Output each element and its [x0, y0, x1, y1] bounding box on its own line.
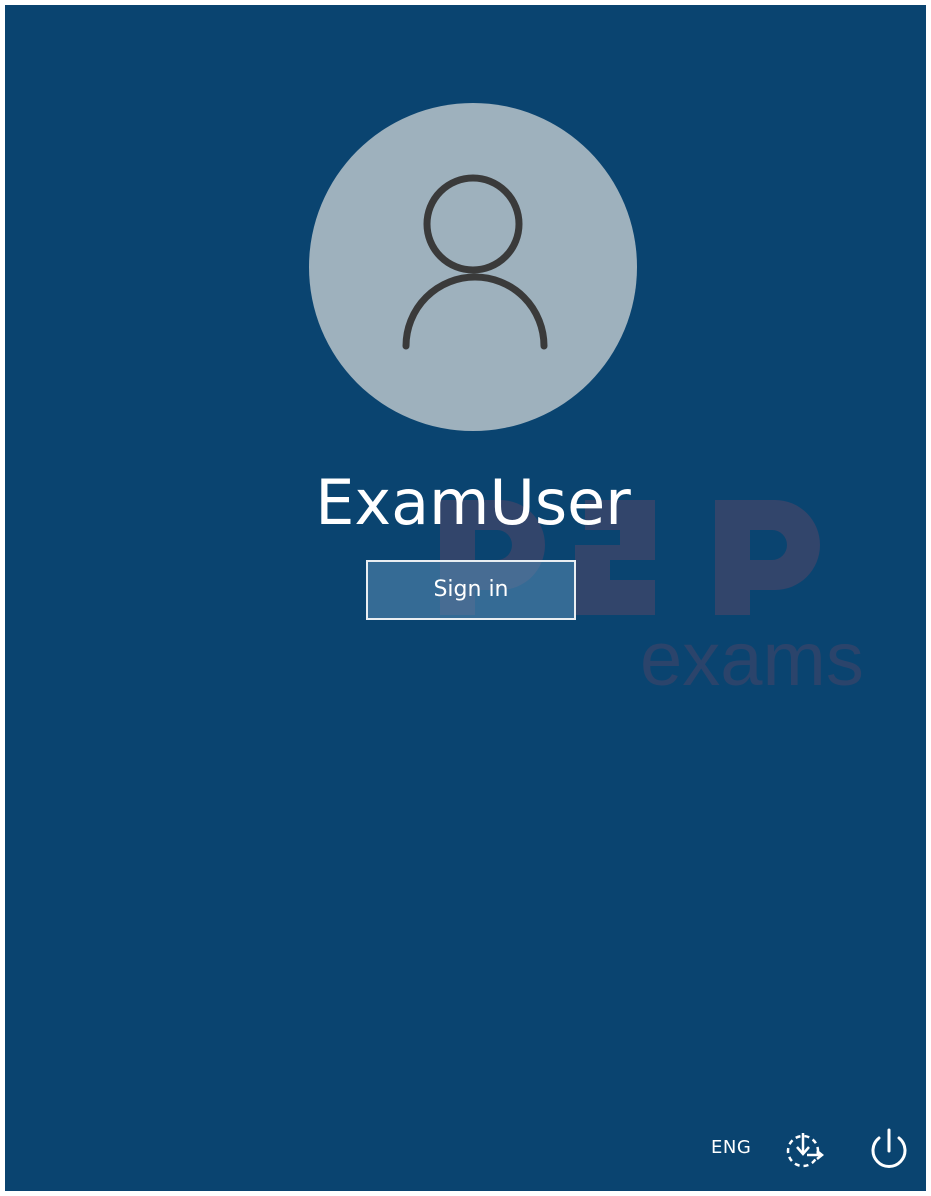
watermark-text: exams [640, 617, 864, 702]
power-icon[interactable] [864, 1125, 914, 1175]
lock-screen: exams ExamUser Sign in ENG [5, 5, 926, 1191]
user-avatar [309, 103, 637, 431]
ease-of-access-icon[interactable] [781, 1127, 827, 1173]
user-silhouette-icon [402, 174, 548, 350]
sign-in-button[interactable]: Sign in [366, 560, 576, 620]
language-indicator[interactable]: ENG [711, 1137, 751, 1158]
system-tray: ENG [666, 1121, 926, 1191]
username-label: ExamUser [315, 466, 631, 539]
